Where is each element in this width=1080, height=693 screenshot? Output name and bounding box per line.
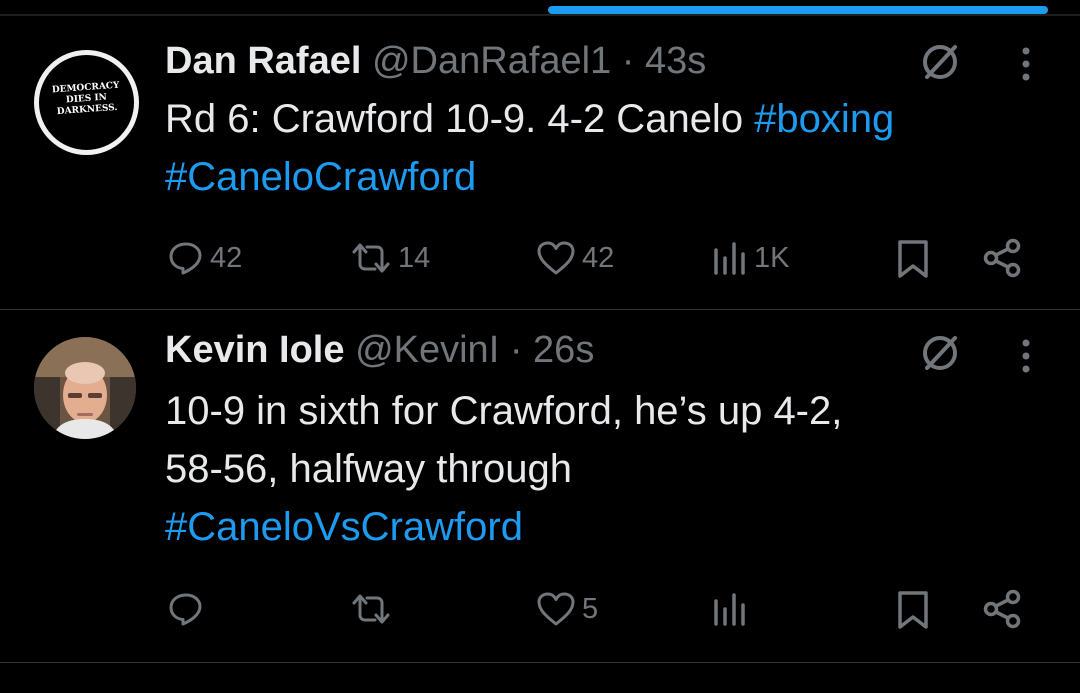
more-icon[interactable] <box>1020 46 1032 86</box>
repost-icon <box>352 594 390 624</box>
grok-icon[interactable] <box>918 40 962 84</box>
repost-button[interactable] <box>350 591 398 627</box>
reply-button[interactable] <box>168 591 210 627</box>
top-divider <box>0 14 1080 16</box>
tweet-text-content: Rd 6: Crawford 10-9. 4-2 Canelo <box>165 97 755 141</box>
share-icon[interactable] <box>983 589 1023 629</box>
separator: · <box>509 329 523 371</box>
bookmark-icon[interactable] <box>896 590 930 630</box>
repost-button[interactable]: 14 <box>350 240 430 276</box>
like-icon <box>537 592 575 626</box>
avatar-photo <box>34 337 136 439</box>
avatar[interactable] <box>34 337 136 439</box>
tweet-header: Kevin Iole @KevinI · 26s <box>165 329 594 372</box>
separator: · <box>621 40 635 82</box>
hashtag-link[interactable]: #CaneloVsCrawford <box>165 505 523 549</box>
more-icon[interactable] <box>1020 338 1032 378</box>
hashtag-link[interactable]: #CaneloCrawford <box>165 155 476 199</box>
display-name[interactable]: Kevin Iole <box>165 329 345 371</box>
like-count: 5 <box>582 592 599 625</box>
reply-count: 42 <box>210 241 243 274</box>
repost-icon <box>352 243 390 273</box>
user-handle[interactable]: @KevinI <box>355 329 499 371</box>
tweet-text-line: 10-9 in sixth for Crawford, he’s up 4-2, <box>165 389 843 433</box>
hashtag-link[interactable]: #boxing <box>754 97 894 141</box>
views-icon <box>714 593 745 626</box>
avatar-logo-text: DEMOCRACY DIES IN DARKNESS. <box>51 80 120 118</box>
user-handle[interactable]: @DanRafael1 <box>372 40 611 82</box>
views-button[interactable] <box>712 591 754 627</box>
tweet-divider <box>0 309 1080 310</box>
share-icon[interactable] <box>983 238 1023 278</box>
tweet-divider <box>0 662 1080 663</box>
tweet-text-line: 58-56, halfway through <box>165 447 572 491</box>
view-count: 1K <box>754 241 790 274</box>
views-button[interactable]: 1K <box>712 240 789 276</box>
reply-icon <box>169 242 202 275</box>
like-count: 42 <box>582 241 615 274</box>
avatar[interactable]: DEMOCRACY DIES IN DARKNESS. <box>34 50 139 155</box>
views-icon <box>714 242 745 275</box>
timestamp[interactable]: 26s <box>533 329 594 371</box>
like-button[interactable]: 5 <box>536 591 598 627</box>
loading-progress-bar <box>548 6 1048 14</box>
like-icon <box>537 241 575 275</box>
repost-count: 14 <box>398 241 431 274</box>
bookmark-icon[interactable] <box>896 239 930 279</box>
tweet-text: Rd 6: Crawford 10-9. 4-2 Canelo #boxing … <box>165 90 1045 206</box>
tweet-text: 10-9 in sixth for Crawford, he’s up 4-2,… <box>165 382 1045 556</box>
tweet-header: Dan Rafael @DanRafael1 · 43s <box>165 40 706 83</box>
reply-button[interactable]: 42 <box>168 240 242 276</box>
grok-icon[interactable] <box>918 331 962 375</box>
timestamp[interactable]: 43s <box>645 40 706 82</box>
like-button[interactable]: 42 <box>536 240 614 276</box>
reply-icon <box>169 593 202 626</box>
display-name[interactable]: Dan Rafael <box>165 40 361 82</box>
